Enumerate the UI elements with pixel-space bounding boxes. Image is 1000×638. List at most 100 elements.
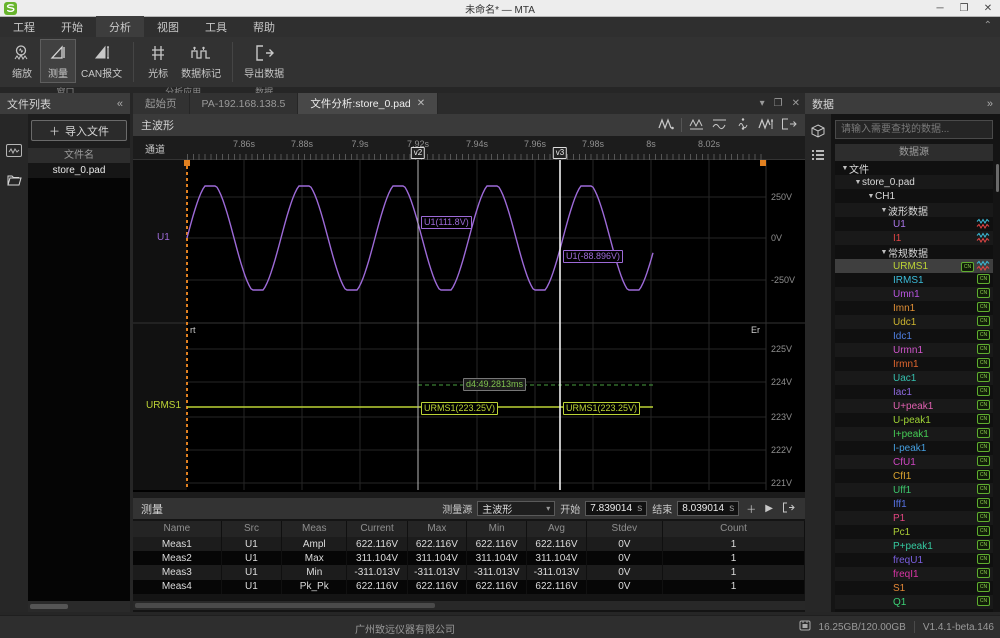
collapse-panel-button[interactable]: « [117,98,123,110]
wave-overline-icon[interactable] [712,118,728,133]
tab-起始页[interactable]: 起始页 [133,93,190,114]
menu-item-分析[interactable]: 分析 [96,16,144,38]
measure-table-scrollbar[interactable] [133,601,805,610]
tree-item-S1[interactable]: S1CN [835,581,993,595]
tree-expand-icon[interactable]: ▼ [854,179,862,186]
folder-icon[interactable] [5,172,23,188]
tree-item-Q1[interactable]: Q1CN [835,595,993,609]
tree-item-IRMS1[interactable]: IRMS1CN [835,273,993,287]
tree-item-Umn1[interactable]: Umn1CN [835,287,993,301]
list-icon[interactable] [809,147,827,163]
table-row[interactable]: Meas3U1Min-311.013V-311.013V-311.013V-31… [133,565,805,579]
menu-item-帮助[interactable]: 帮助 [240,16,288,38]
tab-close-icon[interactable]: ✕ [417,98,425,109]
tree-item-CfU1[interactable]: CfU1CN [835,455,993,469]
tree-item-波形数据[interactable]: ▼波形数据 [835,203,993,217]
export-table-button[interactable] [780,502,797,516]
wave-add-icon[interactable] [658,118,674,133]
tree-item-Iac1[interactable]: Iac1CN [835,385,993,399]
tree-item-Uff1[interactable]: Uff1CN [835,483,993,497]
cube-icon[interactable] [809,123,827,139]
delta-label[interactable]: d4:49.2813ms [463,378,526,391]
tree-expand-icon[interactable]: ▼ [880,207,888,214]
restore-layout-icon[interactable]: ❐ [774,98,783,109]
tree-item-P+peak1[interactable]: P+peak1CN [835,539,993,553]
column-header-Meas[interactable]: Meas [282,521,347,537]
tree-expand-icon[interactable]: ▼ [867,193,875,200]
add-measure-button[interactable]: ＋ [744,501,758,516]
tree-item-Pc1[interactable]: Pc1CN [835,525,993,539]
tree-item-freqU1[interactable]: freqU1CN [835,553,993,567]
column-header-Stdev[interactable]: Stdev [587,521,664,537]
tree-item-CfI1[interactable]: CfI1CN [835,469,993,483]
menu-item-工具[interactable]: 工具 [192,16,240,38]
file-list-item[interactable]: store_0.pad [28,163,130,178]
tree-item-Idc1[interactable]: Idc1CN [835,329,993,343]
tree-item-Irmn1[interactable]: Irmn1CN [835,357,993,371]
cursor-value-label[interactable]: U1(111.8V) [421,216,472,229]
table-row[interactable]: Meas4U1Pk_Pk622.116V622.116V622.116V622.… [133,580,805,594]
ribbon-collapse-icon[interactable]: ⌃ [984,20,992,31]
tree-item-I1[interactable]: I1 [835,231,993,245]
tree-item-URMS1[interactable]: URMS1CN [835,259,993,273]
cursor-value-label[interactable]: URMS1(223.25V) [421,402,498,415]
menu-item-视图[interactable]: 视图 [144,16,192,38]
tree-item-文件[interactable]: ▼文件 [835,161,993,175]
wave-cursor-icon[interactable] [758,118,774,133]
tree-item-常规数据[interactable]: ▼常规数据 [835,245,993,259]
search-input[interactable] [835,120,993,139]
tree-expand-icon[interactable]: ▼ [880,249,888,256]
menu-item-开始[interactable]: 开始 [48,16,96,38]
cursor-value-label[interactable]: URMS1(223.25V) [563,402,640,415]
tree-item-Urmn1[interactable]: Urmn1CN [835,343,993,357]
CAN报文-button[interactable]: CAN报文 [76,39,127,83]
tree-expand-icon[interactable]: ▼ [841,165,849,172]
menu-item-工程[interactable]: 工程 [0,16,48,38]
waveform-view-icon[interactable] [5,142,23,158]
wave-export-icon[interactable] [781,118,797,133]
wave-underline-icon[interactable] [689,118,705,133]
wave-fit-icon[interactable] [735,118,751,133]
column-header-Min[interactable]: Min [467,521,527,537]
数据标记-button[interactable]: 数据标记 [176,39,226,83]
tree-item-P1[interactable]: P1CN [835,511,993,525]
tree-item-CH1[interactable]: ▼CH1 [835,189,993,203]
expand-panel-button[interactable]: » [987,98,993,110]
table-row[interactable]: Meas1U1Ampl622.116V622.116V622.116V622.1… [133,537,805,551]
file-list-scrollbar[interactable] [28,601,130,612]
tree-item-Udc1[interactable]: Udc1CN [835,315,993,329]
column-header-Src[interactable]: Src [222,521,282,537]
tree-item-I-peak1[interactable]: I-peak1CN [835,441,993,455]
measure-end-input[interactable]: 8.039014 s [677,501,739,516]
tree-item-store_0.pad[interactable]: ▼store_0.pad [835,175,993,189]
cursor-value-label[interactable]: U1(-88.896V) [563,250,623,263]
导出数据-button[interactable]: 导出数据 [239,39,289,83]
column-header-Avg[interactable]: Avg [527,521,586,537]
tree-item-I+peak1[interactable]: I+peak1CN [835,427,993,441]
column-header-Name[interactable]: Name [133,521,222,537]
tree-item-U-peak1[interactable]: U-peak1CN [835,413,993,427]
data-tree-scrollbar[interactable] [996,164,999,192]
measure-source-dropdown[interactable]: 主波形 ▾ [477,501,555,516]
测量-button[interactable]: 测量 [40,39,76,83]
tree-item-U+peak1[interactable]: U+peak1CN [835,399,993,413]
tree-item-Iff1[interactable]: Iff1CN [835,497,993,511]
tab-list-dropdown-icon[interactable]: ▾ [760,98,765,109]
cursor-handle-v3[interactable]: v3 [553,147,567,159]
waveform-plot[interactable]: 通道 7.86s7.88s7.9s7.92s7.94s7.96s7.98s8s8… [133,136,805,492]
tree-item-U1[interactable]: U1 [835,217,993,231]
cursor-handle-v2[interactable]: v2 [411,147,425,159]
tab-文件分析:store_0.pad[interactable]: 文件分析:store_0.pad✕ [298,93,438,114]
光标-button[interactable]: 光标 [140,39,176,83]
import-file-button[interactable]: ＋ 导入文件 [31,120,127,141]
tab-PA-192.168.138.5[interactable]: PA-192.168.138.5 [190,93,299,114]
tree-item-Imn1[interactable]: Imn1CN [835,301,993,315]
run-button[interactable]: ▶ [763,503,775,514]
column-header-Count[interactable]: Count [663,521,805,537]
table-row[interactable]: Meas2U1Max311.104V311.104V311.104V311.10… [133,551,805,565]
column-header-Max[interactable]: Max [408,521,467,537]
measure-start-input[interactable]: 7.839014 s [585,501,647,516]
tree-item-Uac1[interactable]: Uac1CN [835,371,993,385]
close-tab-group-icon[interactable]: ✕ [792,98,800,109]
column-header-Current[interactable]: Current [347,521,407,537]
